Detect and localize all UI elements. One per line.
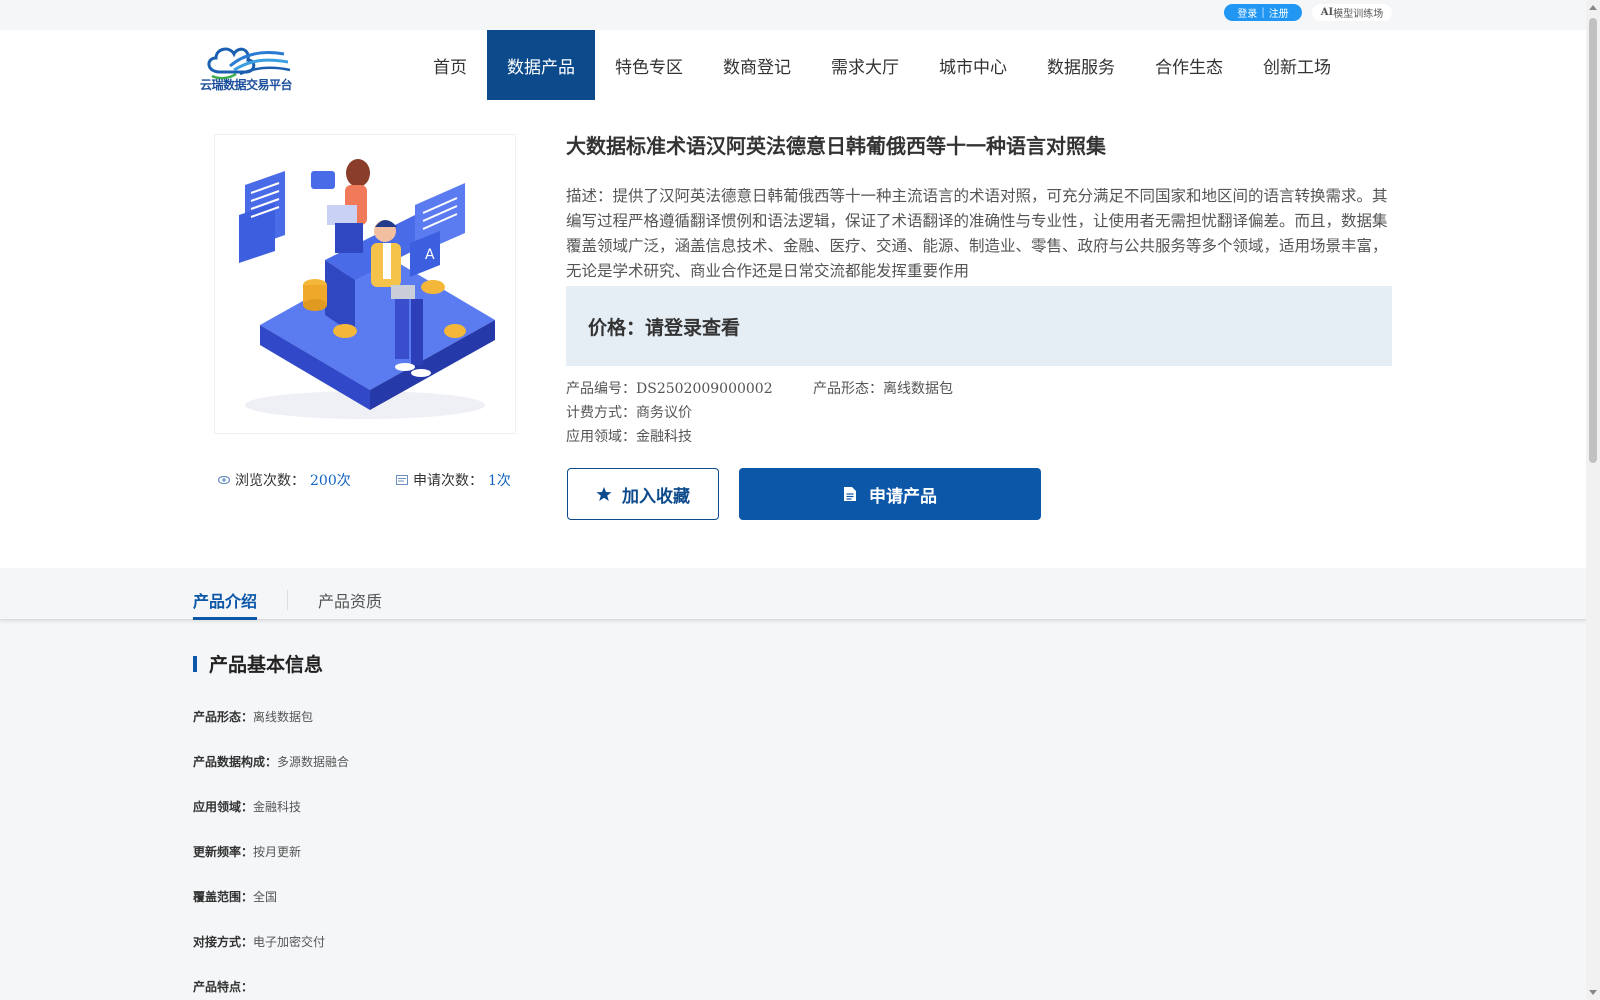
info-value: 金融科技 [253,800,302,814]
star-icon [596,487,612,501]
info-row-domain: 应用领域：金融科技 [193,798,301,815]
auth-pill: 登录 | 注册 [1224,4,1302,21]
price-text[interactable]: 价格：请登录查看 [588,313,740,340]
product-form-value: 离线数据包 [883,381,953,397]
nav-merchant-registration[interactable]: 数商登记 [703,30,811,100]
product-image: A [214,134,516,434]
info-value: 多源数据融合 [277,755,350,769]
info-row-composition: 产品数据构成：多源数据融合 [193,753,349,770]
info-key: 产品数据构成： [193,755,278,769]
applies-label: 申请次数： [413,473,483,489]
info-value: 离线数据包 [253,710,314,724]
main-nav: 首页 数据产品 特色专区 数商登记 需求大厅 城市中心 数据服务 合作生态 创新… [413,30,1351,100]
nav-innovation-workshop[interactable]: 创新工场 [1243,30,1351,100]
info-row-features: 产品特点： [193,978,253,995]
views-count: 200次 [310,473,351,489]
domain-row: 应用领域：金融科技 [566,426,692,446]
product-code-label: 产品编号： [566,381,636,397]
page: 登录 | 注册 AI 模型训练场 云瑞数据交易平台 首页 数据产品 特色专区 数商… [0,0,1600,1000]
cloud-logo-icon [207,47,291,80]
product-description: 描述：提供了汉阿英法德意日韩葡俄西等十一种主流语言的术语对照，可充分满足不同国家… [566,187,1388,280]
info-key: 覆盖范围： [193,890,254,904]
ai-training-link[interactable]: AI 模型训练场 [1312,4,1392,21]
auth-separator: | [1261,7,1265,18]
product-code-value: DS2502009000002 [636,381,773,397]
basic-info-title: 产品基本信息 [209,654,324,676]
product-stats: 浏览次数： 200次 申请次数： 1次 [216,470,516,490]
product-code-row: 产品编号：DS2502009000002 [566,378,773,398]
applies-count: 1次 [488,473,511,489]
info-value: 全国 [253,890,278,904]
info-key: 产品形态： [193,710,254,724]
ai-label-rest: 模型训练场 [1333,9,1384,20]
document-icon [844,487,856,501]
info-row-coverage: 覆盖范围：全国 [193,888,277,905]
billing-value: 商务议价 [636,405,692,421]
price-box: 价格：请登录查看 [566,286,1392,366]
domain-label: 应用领域： [566,429,636,445]
logo-text: 云瑞数据交易平台 [200,78,293,92]
info-value: 按月更新 [253,845,302,859]
product-illustration: A [239,159,495,419]
page-scrollbar[interactable] [1586,0,1600,1000]
info-key: 产品特点： [193,980,254,994]
nav-ecosystem[interactable]: 合作生态 [1135,30,1243,100]
tab-product-qualification[interactable]: 产品资质 [318,588,382,620]
nav-data-products[interactable]: 数据产品 [487,30,595,100]
add-favorite-label: 加入收藏 [622,486,690,507]
apply-product-button[interactable]: 申请产品 [739,468,1041,520]
add-favorite-button[interactable]: 加入收藏 [567,468,719,520]
scroll-down-arrow-icon[interactable] [1589,990,1597,995]
basic-info-heading: 产品基本信息 [193,650,323,677]
nav-home[interactable]: 首页 [413,30,487,100]
svg-text:A: A [425,247,435,263]
nav-featured-zone[interactable]: 特色专区 [595,30,703,100]
info-key: 对接方式： [193,935,254,949]
info-key: 应用领域： [193,800,254,814]
tab-product-intro[interactable]: 产品介绍 [193,588,258,620]
apply-product-label: 申请产品 [869,486,937,507]
tab-divider [287,590,288,610]
scroll-up-arrow-icon[interactable] [1589,5,1597,10]
info-row-update-frequency: 更新频率：按月更新 [193,843,301,860]
register-link[interactable]: 注册 [1269,5,1289,20]
views-stat: 浏览次数： 200次 [218,470,351,490]
product-section: A 浏览次数： 200次 申请次数： 1次 大数据标准术语汉阿英法德意日韩葡俄西… [0,102,1586,568]
info-value: 电子加密交付 [253,935,326,949]
main-header: 云瑞数据交易平台 首页 数据产品 特色专区 数商登记 需求大厅 城市中心 数据服… [0,30,1586,102]
info-key: 更新频率： [193,845,254,859]
domain-value: 金融科技 [636,429,692,445]
application-icon [396,475,408,485]
product-form-label: 产品形态： [813,381,883,397]
eye-icon [218,475,230,485]
section-accent-bar [193,655,197,672]
detail-tabs: 产品介绍 产品资质 [0,568,1586,620]
scroll-thumb[interactable] [1589,18,1597,463]
billing-label: 计费方式： [566,405,636,421]
login-link[interactable]: 登录 [1237,5,1257,20]
product-form-row: 产品形态：离线数据包 [813,378,953,398]
site-logo[interactable]: 云瑞数据交易平台 [200,40,296,94]
top-utility-bar: 登录 | 注册 AI 模型训练场 [0,0,1586,30]
ai-label-bold: AI [1320,7,1334,18]
nav-city-center[interactable]: 城市中心 [919,30,1027,100]
nav-demand-hall[interactable]: 需求大厅 [811,30,919,100]
billing-row: 计费方式：商务议价 [566,402,692,422]
info-row-delivery: 对接方式：电子加密交付 [193,933,325,950]
nav-data-services[interactable]: 数据服务 [1027,30,1135,100]
info-row-form: 产品形态：离线数据包 [193,708,313,725]
views-label: 浏览次数： [235,473,305,489]
applies-stat: 申请次数： 1次 [396,470,511,490]
product-title: 大数据标准术语汉阿英法德意日韩葡俄西等十一种语言对照集 [566,134,1106,158]
